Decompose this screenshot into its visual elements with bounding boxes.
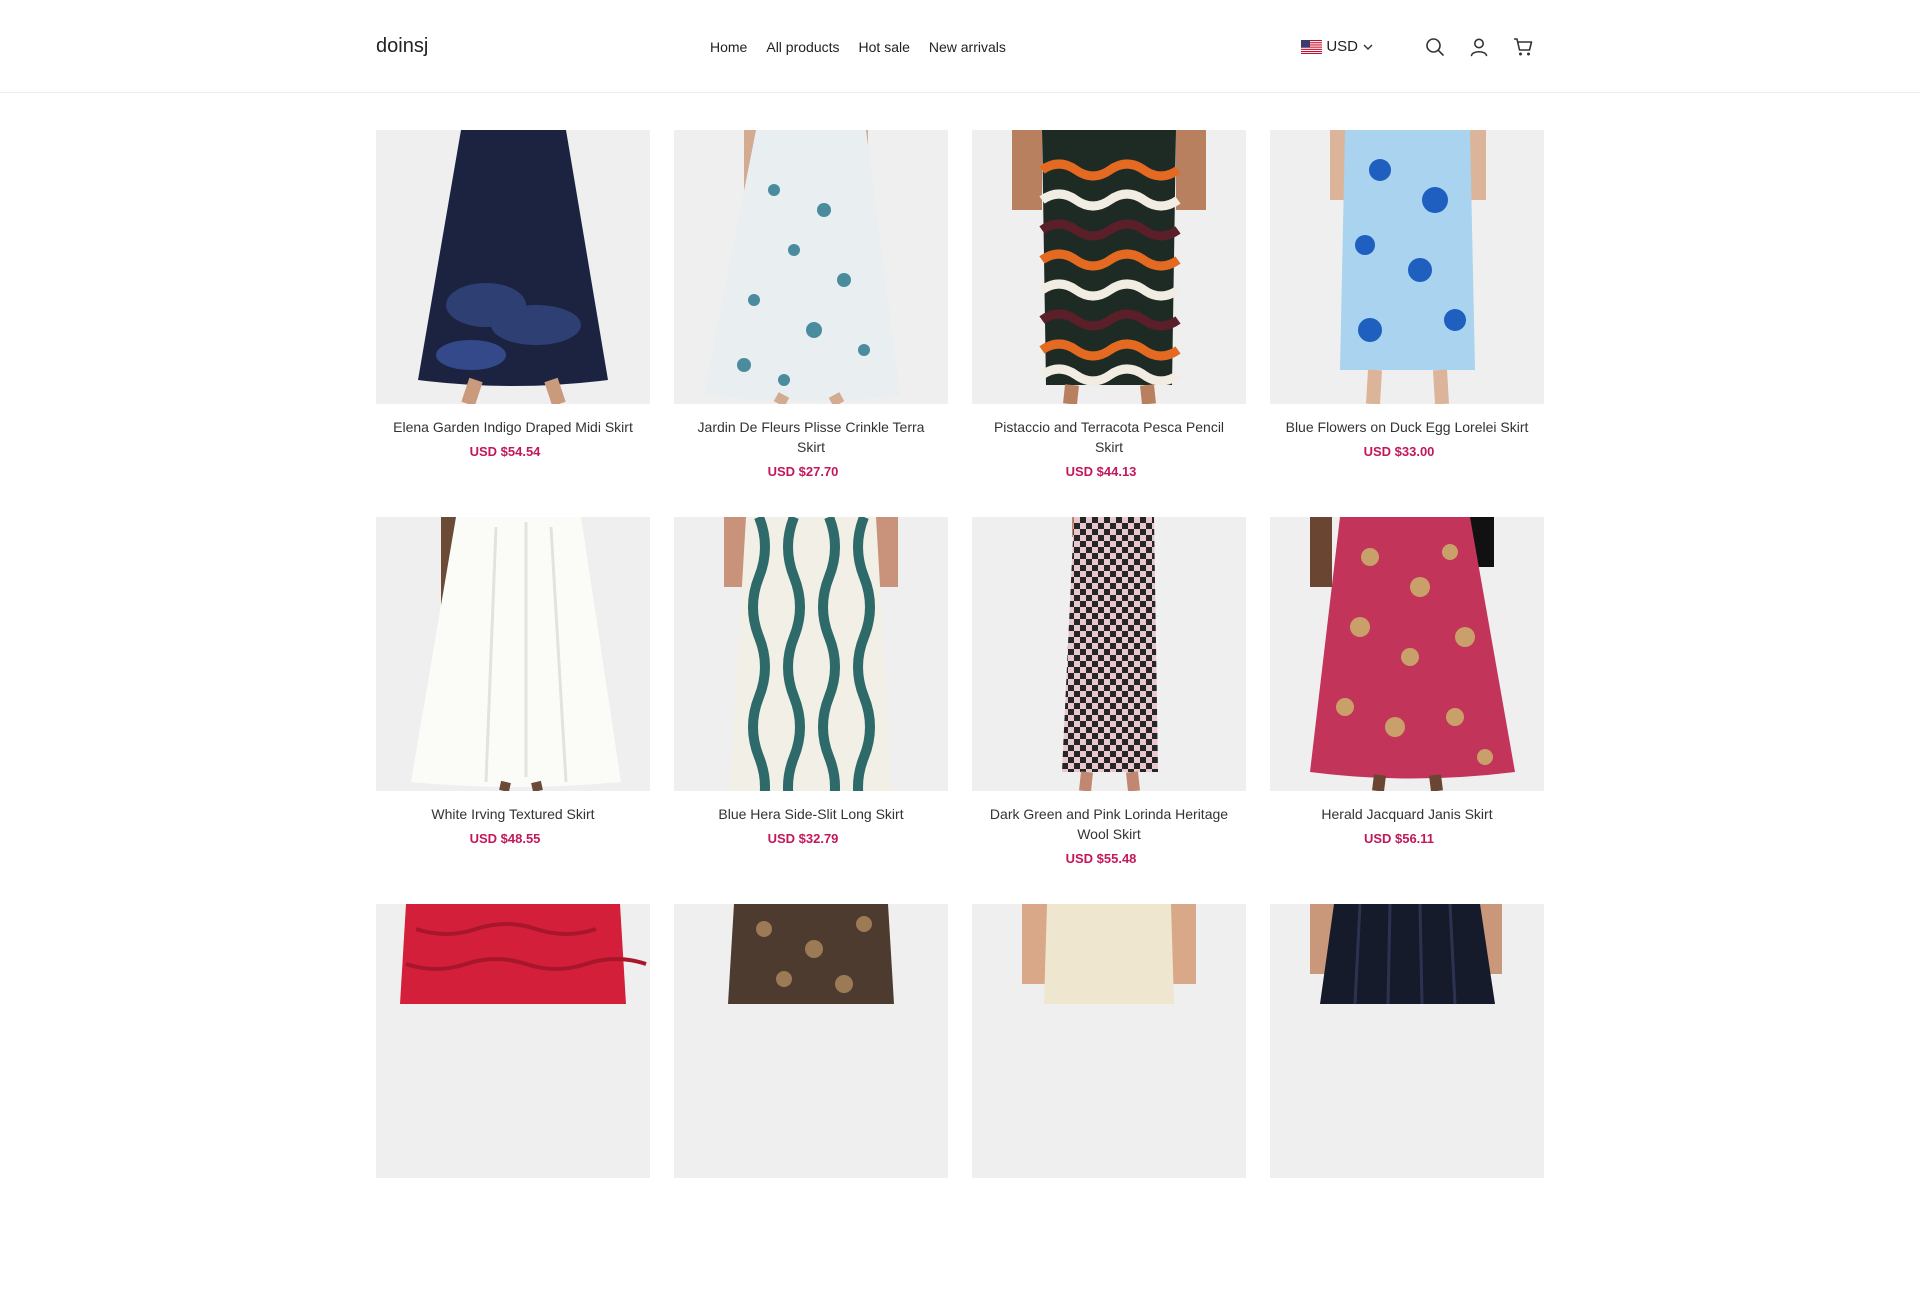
- main-nav: Home All products Hot sale New arrivals: [710, 0, 1006, 93]
- header-inner: doinsj Home All products Hot sale New ar…: [376, 0, 1544, 93]
- product-name[interactable]: Dark Green and Pink Lorinda Heritage Woo…: [972, 804, 1246, 844]
- product-card[interactable]: Dark Green and Pink Lorinda Heritage Woo…: [972, 517, 1246, 904]
- product-price: [376, 1191, 650, 1206]
- product-price: USD $44.13: [1065, 464, 1137, 479]
- product-price: USD $33.00: [1363, 444, 1435, 459]
- product-image[interactable]: [376, 130, 650, 404]
- product-name[interactable]: Blue Flowers on Duck Egg Lorelei Skirt: [1270, 417, 1544, 437]
- account-icon[interactable]: [1468, 36, 1490, 58]
- product-price: [972, 1191, 1246, 1206]
- product-price: [674, 1191, 948, 1206]
- header-tools: USD: [1301, 0, 1534, 93]
- product-name[interactable]: Pistaccio and Terracota Pesca Pencil Ski…: [972, 417, 1246, 457]
- product-image[interactable]: [1270, 517, 1544, 791]
- product-price: USD $48.55: [469, 831, 541, 846]
- us-flag-icon: [1301, 39, 1323, 54]
- store-logo[interactable]: doinsj: [376, 35, 428, 58]
- nav-home[interactable]: Home: [710, 39, 747, 55]
- product-card[interactable]: [376, 904, 650, 1291]
- product-image[interactable]: [1270, 130, 1544, 404]
- product-name[interactable]: Elena Garden Indigo Draped Midi Skirt: [376, 417, 650, 437]
- product-image[interactable]: [376, 904, 650, 1178]
- product-image[interactable]: [674, 904, 948, 1178]
- product-name[interactable]: Herald Jacquard Janis Skirt: [1270, 804, 1544, 824]
- product-image[interactable]: [972, 517, 1246, 791]
- product-price: USD $27.70: [767, 464, 839, 479]
- product-card[interactable]: Pistaccio and Terracota Pesca Pencil Ski…: [972, 130, 1246, 517]
- product-name[interactable]: Jardin De Fleurs Plisse Crinkle Terra Sk…: [674, 417, 948, 457]
- currency-selector[interactable]: USD: [1301, 38, 1374, 55]
- product-image[interactable]: [1270, 904, 1544, 1178]
- search-icon[interactable]: [1424, 36, 1446, 58]
- nav-new-arrivals[interactable]: New arrivals: [929, 39, 1006, 55]
- product-card[interactable]: [674, 904, 948, 1291]
- product-image[interactable]: [674, 130, 948, 404]
- product-price: [1270, 1191, 1544, 1206]
- product-grid: Elena Garden Indigo Draped Midi Skirt US…: [376, 130, 1544, 1291]
- currency-code: USD: [1326, 38, 1358, 55]
- product-image[interactable]: [972, 904, 1246, 1178]
- product-name[interactable]: Blue Hera Side-Slit Long Skirt: [674, 804, 948, 824]
- chevron-down-icon: [1363, 44, 1373, 50]
- product-card[interactable]: Jardin De Fleurs Plisse Crinkle Terra Sk…: [674, 130, 948, 517]
- product-price: USD $54.54: [469, 444, 541, 459]
- product-card[interactable]: [972, 904, 1246, 1291]
- product-card[interactable]: [1270, 904, 1544, 1291]
- product-image[interactable]: [674, 517, 948, 791]
- product-card[interactable]: Blue Hera Side-Slit Long Skirt USD $32.7…: [674, 517, 948, 904]
- product-image[interactable]: [972, 130, 1246, 404]
- product-card[interactable]: White Irving Textured Skirt USD $48.55: [376, 517, 650, 904]
- product-card[interactable]: Elena Garden Indigo Draped Midi Skirt US…: [376, 130, 650, 517]
- cart-icon[interactable]: [1512, 36, 1534, 58]
- product-price: USD $55.48: [1065, 851, 1137, 866]
- product-image[interactable]: [376, 517, 650, 791]
- product-card[interactable]: Blue Flowers on Duck Egg Lorelei Skirt U…: [1270, 130, 1544, 517]
- product-price: USD $32.79: [767, 831, 839, 846]
- nav-hot-sale[interactable]: Hot sale: [859, 39, 910, 55]
- product-price: USD $56.11: [1363, 831, 1435, 846]
- site-header: doinsj Home All products Hot sale New ar…: [0, 0, 1920, 93]
- product-card[interactable]: Herald Jacquard Janis Skirt USD $56.11: [1270, 517, 1544, 904]
- product-name[interactable]: White Irving Textured Skirt: [376, 804, 650, 824]
- nav-all-products[interactable]: All products: [766, 39, 839, 55]
